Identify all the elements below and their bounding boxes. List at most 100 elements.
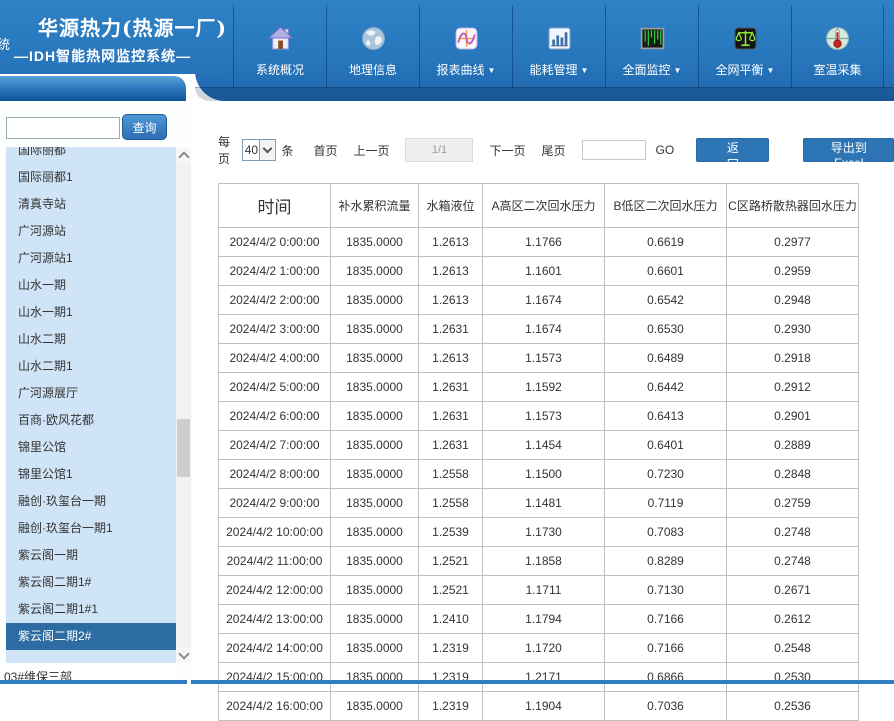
table-cell: 0.7130 xyxy=(605,576,727,605)
sidebar-station-item[interactable]: 紫云阁二期1# xyxy=(6,569,176,596)
table-cell: 1.1858 xyxy=(483,547,605,576)
table-cell: 1.2319 xyxy=(419,692,483,721)
sidebar-station-item[interactable]: 紫云阁二期1#1 xyxy=(6,596,176,623)
chevron-down-icon: ▼ xyxy=(767,66,775,75)
table-cell: 2024/4/2 2:00:00 xyxy=(219,286,331,315)
nav-system-overview[interactable]: 系统概况 xyxy=(233,5,326,88)
table-cell: 0.2901 xyxy=(727,402,859,431)
column-header: 补水累积流量 xyxy=(331,184,419,228)
sidebar-station-item[interactable]: 紫云阁二期2# xyxy=(6,623,176,650)
search-button[interactable]: 查询 xyxy=(122,114,167,140)
table-row: 2024/4/2 10:00:001835.00001.25391.17300.… xyxy=(219,518,859,547)
table-cell: 1835.0000 xyxy=(331,402,419,431)
nav-label: 全网平衡 xyxy=(716,63,764,77)
report-table: 时间补水累积流量水箱液位A高区二次回水压力B低区二次回水压力C区路桥散热器回水压… xyxy=(218,183,859,721)
sidebar-station-item[interactable]: 山水一期1 xyxy=(6,299,176,326)
back-button[interactable]: 返回 xyxy=(696,138,769,162)
table-cell: 1835.0000 xyxy=(331,605,419,634)
chevron-down-icon: ▼ xyxy=(581,66,589,75)
table-cell: 2024/4/2 12:00:00 xyxy=(219,576,331,605)
nav-network-balance[interactable]: 全网平衡▼ xyxy=(698,5,791,88)
nav-energy-management[interactable]: 能耗管理▼ xyxy=(512,5,605,88)
logo-fragment: 统 xyxy=(0,34,10,60)
sidebar-station-item[interactable]: 锦里公馆 xyxy=(6,434,176,461)
scroll-up-icon[interactable] xyxy=(176,147,191,163)
table-cell: 0.7036 xyxy=(605,692,727,721)
table-cell: 1835.0000 xyxy=(331,576,419,605)
sidebar-station-item[interactable]: 山水一期 xyxy=(6,272,176,299)
sidebar-station-item[interactable]: 山水二期1 xyxy=(6,353,176,380)
table-cell: 2024/4/2 15:00:00 xyxy=(219,663,331,692)
table-cell: 1.1730 xyxy=(483,518,605,547)
nav-label: 系统概况 xyxy=(256,63,304,77)
sidebar-station-item[interactable]: 锦里公馆1 xyxy=(6,461,176,488)
per-page-select[interactable]: 40 xyxy=(242,139,276,161)
table-row: 2024/4/2 16:00:001835.00001.23191.19040.… xyxy=(219,692,859,721)
table-cell: 2024/4/2 13:00:00 xyxy=(219,605,331,634)
bottom-border-bar xyxy=(191,680,894,684)
table-cell: 2024/4/2 6:00:00 xyxy=(219,402,331,431)
table-header-row: 时间补水累积流量水箱液位A高区二次回水压力B低区二次回水压力C区路桥散热器回水压… xyxy=(219,184,859,228)
sidebar-station-item[interactable]: 广河源展厅 xyxy=(6,380,176,407)
nav-report-curve[interactable]: 报表曲线▼ xyxy=(419,5,512,88)
nav-label: 室温采集 xyxy=(813,63,861,77)
table-cell: 0.2748 xyxy=(727,518,859,547)
globe-icon xyxy=(360,25,387,52)
table-cell: 1835.0000 xyxy=(331,518,419,547)
sidebar-station-item[interactable]: 广河源站 xyxy=(6,218,176,245)
station-search-input[interactable] xyxy=(6,117,120,139)
per-page-label: 每页 xyxy=(218,133,237,167)
top-nav-band: 系统概况 地理信息 报表曲线▼ xyxy=(195,0,894,101)
sidebar-station-item[interactable]: 清真寺站 xyxy=(6,191,176,218)
sidebar-station-item[interactable]: 国际丽都1 xyxy=(6,164,176,191)
table-cell: 0.2930 xyxy=(727,315,859,344)
sidebar-station-item[interactable]: 国际丽都 xyxy=(6,147,176,164)
page-indicator xyxy=(405,138,473,162)
nav-full-monitoring[interactable]: 全面监控▼ xyxy=(605,5,698,88)
station-list-footer: 03#维保三部 xyxy=(0,664,176,691)
first-page-link[interactable]: 首页 xyxy=(313,142,337,159)
table-cell: 0.6413 xyxy=(605,402,727,431)
table-cell: 1.1573 xyxy=(483,402,605,431)
sidebar-station-item[interactable]: 紫云阁一期 xyxy=(6,542,176,569)
sidebar-station-item[interactable]: 融创·玖玺台一期1 xyxy=(6,515,176,542)
table-cell: 1.1766 xyxy=(483,228,605,257)
nav-geographic-info[interactable]: 地理信息 xyxy=(326,5,419,88)
next-page-link[interactable]: 下一页 xyxy=(489,142,525,159)
sidebar-station-item[interactable]: 广河源站1 xyxy=(6,245,176,272)
table-cell: 0.2671 xyxy=(727,576,859,605)
station-list: 国际丽都国际丽都1清真寺站广河源站广河源站1山水一期山水一期1山水二期山水二期1… xyxy=(6,147,176,663)
sidebar-station-item[interactable]: 03#维保三部 xyxy=(0,664,176,691)
sidebar-station-item[interactable]: 百商·欧风花都 xyxy=(6,407,176,434)
table-cell: 2024/4/2 10:00:00 xyxy=(219,518,331,547)
table-row: 2024/4/2 13:00:001835.00001.24101.17940.… xyxy=(219,605,859,634)
table-row: 2024/4/2 3:00:001835.00001.26311.16740.6… xyxy=(219,315,859,344)
table-cell: 1.2613 xyxy=(419,228,483,257)
table-cell: 0.6866 xyxy=(605,663,727,692)
table-cell: 1.1592 xyxy=(483,373,605,402)
table-cell: 1.2410 xyxy=(419,605,483,634)
per-page-value: 40 xyxy=(243,143,259,157)
table-cell: 1.2613 xyxy=(419,257,483,286)
table-cell: 1835.0000 xyxy=(331,547,419,576)
top-nav: 系统概况 地理信息 报表曲线▼ xyxy=(233,5,884,88)
main-content: 每页 40 条 首页 上一页 下一页 尾页 GO 返回 导出到Excel 时间补… xyxy=(192,101,894,684)
table-cell: 1835.0000 xyxy=(331,344,419,373)
table-cell: 0.2977 xyxy=(727,228,859,257)
sidebar-station-item[interactable]: 融创·玖玺台一期 xyxy=(6,488,176,515)
export-excel-button[interactable]: 导出到Excel xyxy=(803,138,894,162)
nav-label: 能耗管理 xyxy=(530,63,578,77)
prev-page-link[interactable]: 上一页 xyxy=(353,142,389,159)
table-row: 2024/4/2 5:00:001835.00001.26311.15920.6… xyxy=(219,373,859,402)
go-button[interactable]: GO xyxy=(656,143,675,157)
table-row: 2024/4/2 6:00:001835.00001.26311.15730.6… xyxy=(219,402,859,431)
nav-room-temperature[interactable]: 室温采集 xyxy=(791,5,884,88)
thermometer-icon xyxy=(824,25,851,52)
goto-page-input[interactable] xyxy=(582,140,646,160)
per-page-unit: 条 xyxy=(281,142,293,159)
scroll-down-icon[interactable] xyxy=(176,647,191,663)
last-page-link[interactable]: 尾页 xyxy=(542,142,566,159)
sidebar-scrollbar[interactable] xyxy=(176,147,191,663)
sidebar-station-item[interactable]: 山水二期 xyxy=(6,326,176,353)
scrollbar-thumb[interactable] xyxy=(177,419,190,477)
